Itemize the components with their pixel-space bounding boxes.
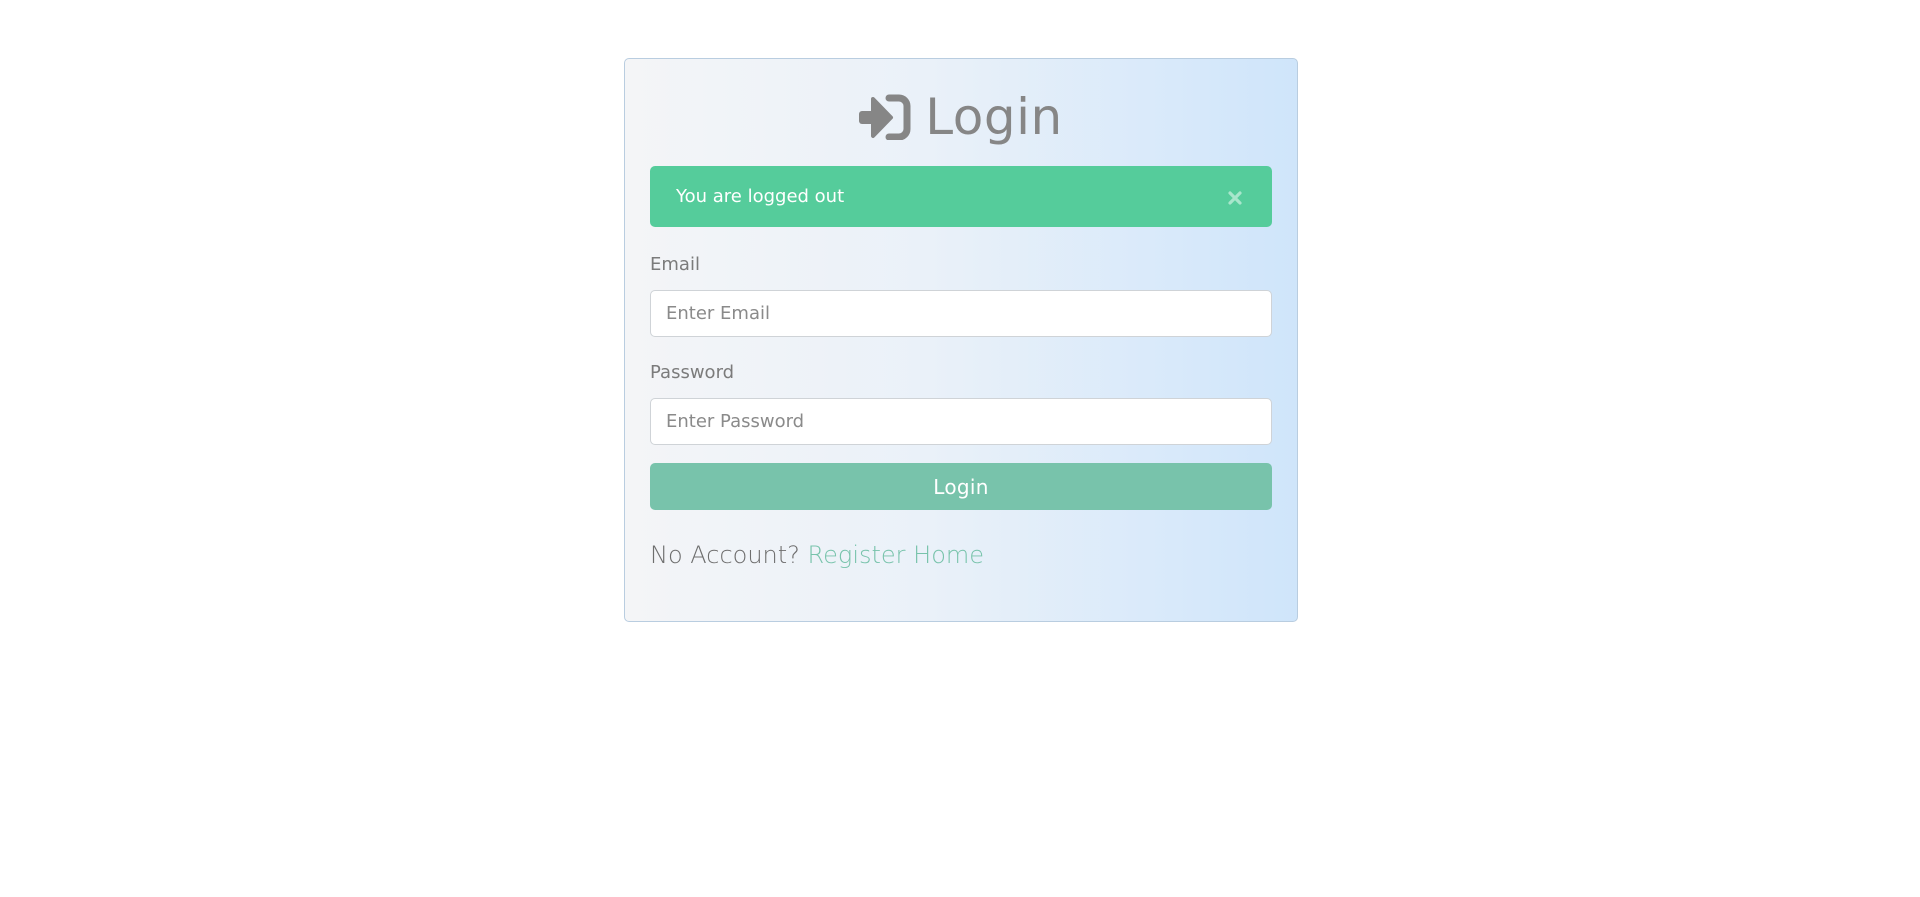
page-title: Login [925, 88, 1063, 146]
email-field[interactable] [650, 290, 1272, 337]
password-label: Password [650, 362, 735, 383]
login-header: Login [625, 87, 1297, 147]
login-card: Login You are logged out Email Password … [624, 58, 1298, 622]
close-icon[interactable] [1227, 190, 1243, 206]
no-account-text: No Account? [650, 541, 800, 569]
email-label: Email [650, 254, 700, 275]
password-field[interactable] [650, 398, 1272, 445]
register-prompt: No Account? Register Home [650, 541, 984, 569]
logout-alert: You are logged out [650, 166, 1272, 227]
register-link[interactable]: Register [808, 541, 906, 569]
alert-message: You are logged out [676, 186, 845, 207]
sign-in-icon [859, 94, 911, 140]
login-button[interactable]: Login [650, 463, 1272, 510]
home-link[interactable]: Home [913, 541, 984, 569]
